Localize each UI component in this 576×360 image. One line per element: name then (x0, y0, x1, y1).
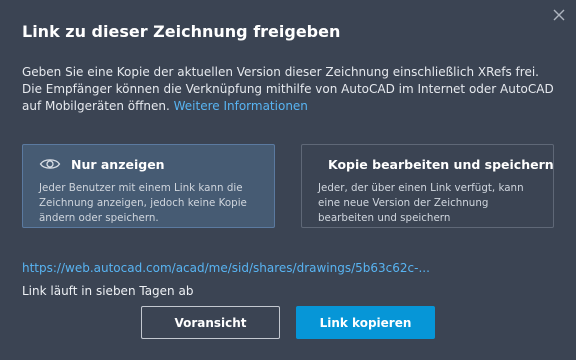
share-url-link[interactable]: https://web.autocad.com/acad/me/sid/shar… (22, 261, 430, 275)
dialog-description: Geben Sie eine Kopie der aktuellen Versi… (22, 64, 558, 115)
more-info-link[interactable]: Weitere Informationen (174, 99, 308, 113)
option-view-only[interactable]: Nur anzeigen Jeder Benutzer mit einem Li… (22, 144, 275, 228)
option-view-only-text: Jeder Benutzer mit einem Link kann die Z… (39, 182, 247, 224)
preview-button[interactable]: Voransicht (141, 306, 280, 339)
option-view-only-title: Nur anzeigen (71, 156, 165, 172)
share-link-dialog: Link zu dieser Zeichnung freigeben Geben… (0, 0, 576, 360)
close-icon[interactable] (552, 8, 566, 22)
copy-link-button[interactable]: Link kopieren (296, 306, 435, 339)
option-view-only-header: Nur anzeigen (39, 155, 260, 173)
link-expiry-text: Link läuft in sieben Tagen ab (22, 284, 194, 298)
option-edit-and-save-text: Jeder, der über einen Link verfügt, kann… (318, 182, 524, 224)
option-edit-and-save-title: Kopie bearbeiten und speichern (328, 156, 554, 172)
dialog-title: Link zu dieser Zeichnung freigeben (22, 22, 341, 41)
eye-icon (39, 159, 61, 169)
option-edit-and-save[interactable]: Kopie bearbeiten und speichern Jeder, de… (301, 144, 554, 228)
option-edit-and-save-header: Kopie bearbeiten und speichern (318, 155, 554, 173)
